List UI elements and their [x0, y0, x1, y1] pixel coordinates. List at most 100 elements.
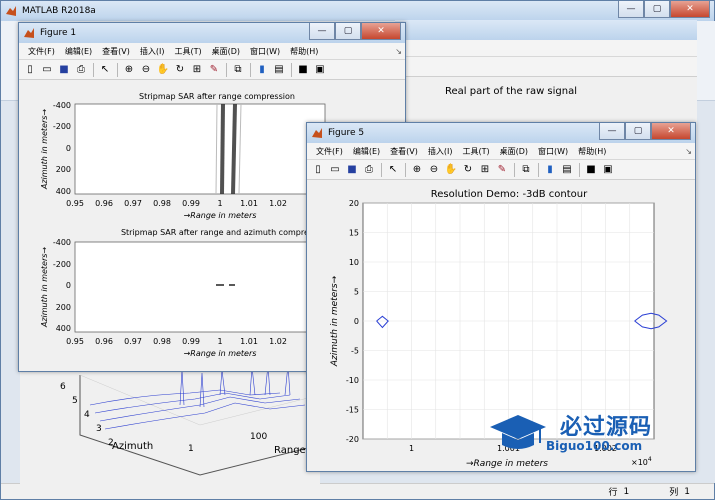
- matlab-logo-icon: [5, 5, 17, 17]
- f1-top-ytick: -200: [53, 122, 71, 131]
- f1-bottom-xtick: 1.01: [240, 337, 258, 346]
- dock-arrow-icon[interactable]: ↘: [392, 47, 405, 56]
- menu-tools[interactable]: 工具(T): [457, 146, 494, 157]
- f1-top-xtick: 0.99: [182, 199, 200, 208]
- f5-xtick-label: 1: [409, 444, 414, 453]
- pan-icon[interactable]: ✋: [443, 162, 459, 178]
- zoom-in-icon[interactable]: ⊕: [409, 162, 425, 178]
- status-col-value: 1: [684, 486, 690, 497]
- f1-bottom-axes: [74, 241, 326, 333]
- menu-desktop[interactable]: 桌面(D): [495, 146, 533, 157]
- f1-bottom-ytick: 200: [56, 303, 71, 312]
- watermark-url: Biguo100.com: [546, 439, 643, 453]
- hide-plot-tools-icon[interactable]: ■: [583, 162, 599, 178]
- link-plot-icon[interactable]: ⧉: [518, 162, 534, 178]
- maximize-button[interactable]: ▢: [644, 1, 670, 18]
- show-plot-tools-icon[interactable]: ▣: [600, 162, 616, 178]
- colorbar-icon[interactable]: ▮: [254, 62, 270, 78]
- status-row-value: 1: [623, 486, 630, 497]
- minimize-button[interactable]: —: [618, 1, 644, 18]
- open-file-icon[interactable]: ▭: [39, 62, 55, 78]
- menu-edit[interactable]: 编辑(E): [60, 46, 97, 57]
- figure1-minimize-button[interactable]: —: [309, 23, 335, 40]
- legend-icon[interactable]: ▤: [271, 62, 287, 78]
- figure5-close-button[interactable]: ✕: [651, 123, 691, 140]
- menu-tools[interactable]: 工具(T): [169, 46, 206, 57]
- f1-top-axes: [74, 103, 326, 195]
- f1-top-compressed-target: [231, 103, 237, 195]
- matlab-titlebar: MATLAB R2018a — ▢ ✕: [1, 1, 714, 21]
- menu-view[interactable]: 查看(V): [97, 46, 135, 57]
- menu-help[interactable]: 帮助(H): [285, 46, 323, 57]
- close-button[interactable]: ✕: [670, 1, 710, 18]
- f5-ytick-label: -5: [351, 347, 359, 356]
- figure5-maximize-button[interactable]: ▢: [625, 123, 651, 140]
- f1-bottom-ytick: 0: [66, 281, 71, 290]
- menu-window[interactable]: 窗口(W): [533, 146, 573, 157]
- print-icon[interactable]: ⎙: [73, 62, 89, 78]
- menu-window[interactable]: 窗口(W): [245, 46, 285, 57]
- rotate-3d-icon[interactable]: ↻: [172, 62, 188, 78]
- zoom-out-icon[interactable]: ⊖: [426, 162, 442, 178]
- f1-bottom-xtick: 1.02: [269, 337, 287, 346]
- save-icon[interactable]: ■: [56, 62, 72, 78]
- figure1-maximize-button[interactable]: ▢: [335, 23, 361, 40]
- print-icon[interactable]: ⎙: [361, 162, 377, 178]
- link-plot-icon[interactable]: ⧉: [230, 62, 246, 78]
- open-file-icon[interactable]: ▭: [327, 162, 343, 178]
- f5-ytick-label: -20: [346, 435, 359, 444]
- status-col-label: 列: [669, 488, 679, 498]
- menu-view[interactable]: 查看(V): [385, 146, 423, 157]
- f5-ytick-label: 20: [349, 199, 359, 208]
- figure1-menubar: 文件(F) 编辑(E) 查看(V) 插入(I) 工具(T) 桌面(D) 窗口(W…: [19, 43, 405, 60]
- hide-plot-tools-icon[interactable]: ■: [295, 62, 311, 78]
- f5-ylabel: Azimuth in meters→: [330, 275, 340, 367]
- menu-insert[interactable]: 插入(I): [423, 146, 458, 157]
- f1-top-xtick: 1.02: [269, 199, 287, 208]
- f1-top-ytick: 200: [56, 165, 71, 174]
- brush-icon[interactable]: ✎: [206, 62, 222, 78]
- zoom-in-icon[interactable]: ⊕: [121, 62, 137, 78]
- status-row-label: 行: [608, 488, 618, 498]
- f1-top-xtick: 0.98: [153, 199, 171, 208]
- matlab-window-title: MATLAB R2018a: [22, 6, 96, 16]
- f5-ytick-label: 5: [354, 288, 359, 297]
- f5-ytick-label: -15: [346, 406, 359, 415]
- save-icon[interactable]: ■: [344, 162, 360, 178]
- f5-ytick-label: 10: [349, 258, 359, 267]
- dock-arrow-icon[interactable]: ↘: [682, 147, 695, 156]
- edit-plot-icon[interactable]: ↖: [97, 62, 113, 78]
- menu-insert[interactable]: 插入(I): [135, 46, 170, 57]
- zoom-out-icon[interactable]: ⊖: [138, 62, 154, 78]
- menu-help[interactable]: 帮助(H): [573, 146, 611, 157]
- new-figure-icon[interactable]: ▯: [310, 162, 326, 178]
- pan-icon[interactable]: ✋: [155, 62, 171, 78]
- bg-range-label: Range: [274, 445, 306, 456]
- bg-azimuth-tick: 5: [72, 396, 78, 406]
- figure1-close-button[interactable]: ✕: [361, 23, 401, 40]
- data-cursor-icon[interactable]: ⊞: [189, 62, 205, 78]
- colorbar-icon[interactable]: ▮: [542, 162, 558, 178]
- menu-file[interactable]: 文件(F): [311, 146, 348, 157]
- f1-bottom-ytick: 400: [56, 324, 71, 333]
- bg-azimuth-label: Azimuth: [112, 441, 153, 452]
- f1-top-compressed-target: [220, 103, 225, 195]
- bg-azimuth-tick: 3: [96, 424, 102, 434]
- menu-edit[interactable]: 编辑(E): [348, 146, 385, 157]
- show-plot-tools-icon[interactable]: ▣: [312, 62, 328, 78]
- new-figure-icon[interactable]: ▯: [22, 62, 38, 78]
- f1-bottom-ytick: -400: [53, 238, 71, 247]
- f1-top-ytick: -400: [53, 101, 71, 110]
- data-cursor-icon[interactable]: ⊞: [477, 162, 493, 178]
- edit-plot-icon[interactable]: ↖: [385, 162, 401, 178]
- f5-ytick-label: -10: [346, 376, 359, 385]
- f1-top-ylabel: Azimuth in meters→: [40, 109, 49, 191]
- figure5-toolbar: ▯ ▭ ■ ⎙ ↖ ⊕ ⊖ ✋ ↻ ⊞ ✎ ⧉ ▮ ▤ ■ ▣: [307, 160, 695, 180]
- brush-icon[interactable]: ✎: [494, 162, 510, 178]
- menu-desktop[interactable]: 桌面(D): [207, 46, 245, 57]
- menu-file[interactable]: 文件(F): [23, 46, 60, 57]
- f1-top-xtick: 0.95: [66, 199, 84, 208]
- legend-icon[interactable]: ▤: [559, 162, 575, 178]
- rotate-3d-icon[interactable]: ↻: [460, 162, 476, 178]
- figure5-minimize-button[interactable]: —: [599, 123, 625, 140]
